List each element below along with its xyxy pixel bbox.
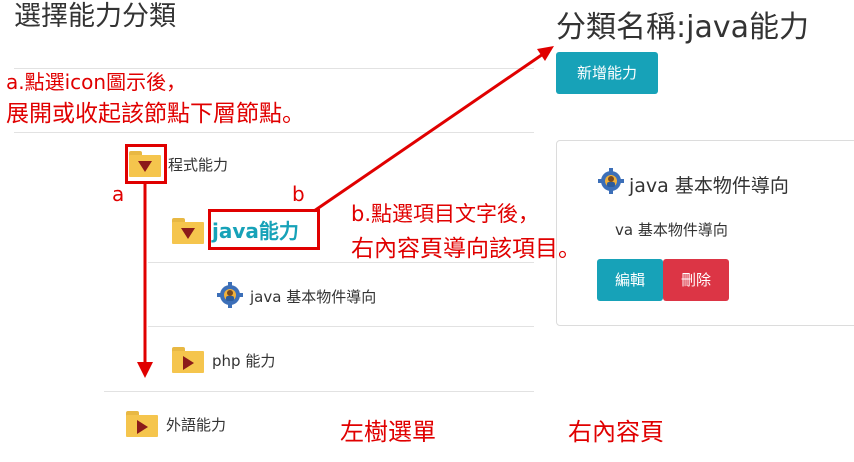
caption-left-tree: 左樹選單 [340, 418, 436, 446]
annotation-arrows [137, 46, 554, 378]
arrow-b-head [537, 46, 554, 61]
caption-right-content: 右內容頁 [568, 418, 664, 446]
arrow-a-head [137, 362, 153, 378]
arrow-b-line [313, 50, 547, 213]
